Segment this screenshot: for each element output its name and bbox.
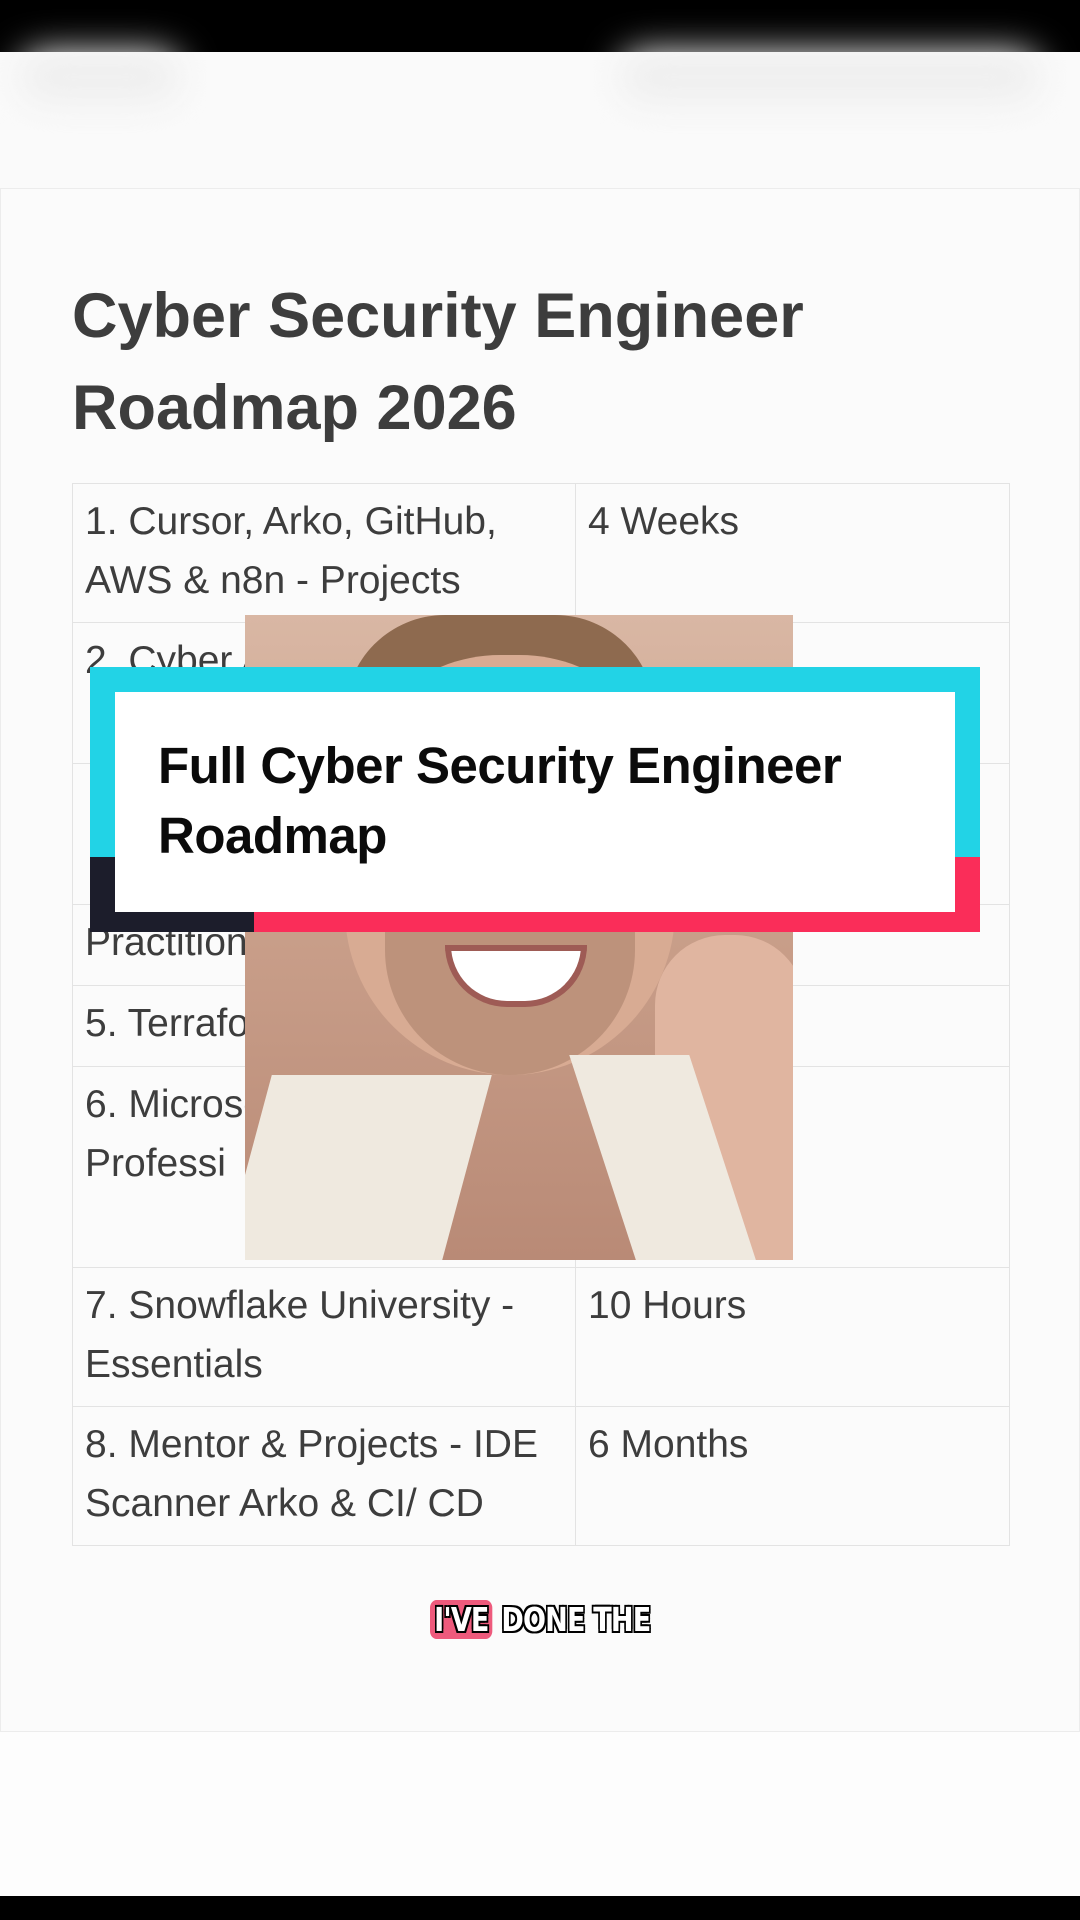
roadmap-item: 1. Cursor, Arko, GitHub, AWS & n8n - Pro… bbox=[72, 483, 576, 623]
subtitle-caption: I'VE DONE THE bbox=[430, 1597, 651, 1643]
caption-highlight-word: I'VE bbox=[430, 1600, 493, 1639]
table-row: 7. Snowflake University - Essentials 10 … bbox=[72, 1267, 1010, 1407]
bottom-black-bar bbox=[0, 1896, 1080, 1920]
top-black-bar bbox=[0, 0, 1080, 52]
table-row: 1. Cursor, Arko, GitHub, AWS & n8n - Pro… bbox=[72, 483, 1010, 623]
table-row: 8. Mentor & Projects - IDE Scanner Arko … bbox=[72, 1406, 1010, 1546]
roadmap-duration: 10 Hours bbox=[575, 1267, 1010, 1407]
presenter-shirt bbox=[245, 1075, 492, 1260]
overlay-title: Full Cyber Security Engineer Roadmap bbox=[158, 737, 842, 864]
roadmap-duration: 6 Months bbox=[575, 1406, 1010, 1546]
roadmap-item: 7. Snowflake University - Essentials bbox=[72, 1267, 576, 1407]
page-title: Cyber Security Engineer Roadmap 2026 bbox=[72, 281, 804, 443]
caption-text: DONE THE bbox=[501, 1600, 651, 1639]
roadmap-item: 8. Mentor & Projects - IDE Scanner Arko … bbox=[72, 1406, 576, 1546]
roadmap-duration: 4 Weeks bbox=[575, 483, 1010, 623]
blurred-header-area bbox=[0, 52, 1080, 188]
